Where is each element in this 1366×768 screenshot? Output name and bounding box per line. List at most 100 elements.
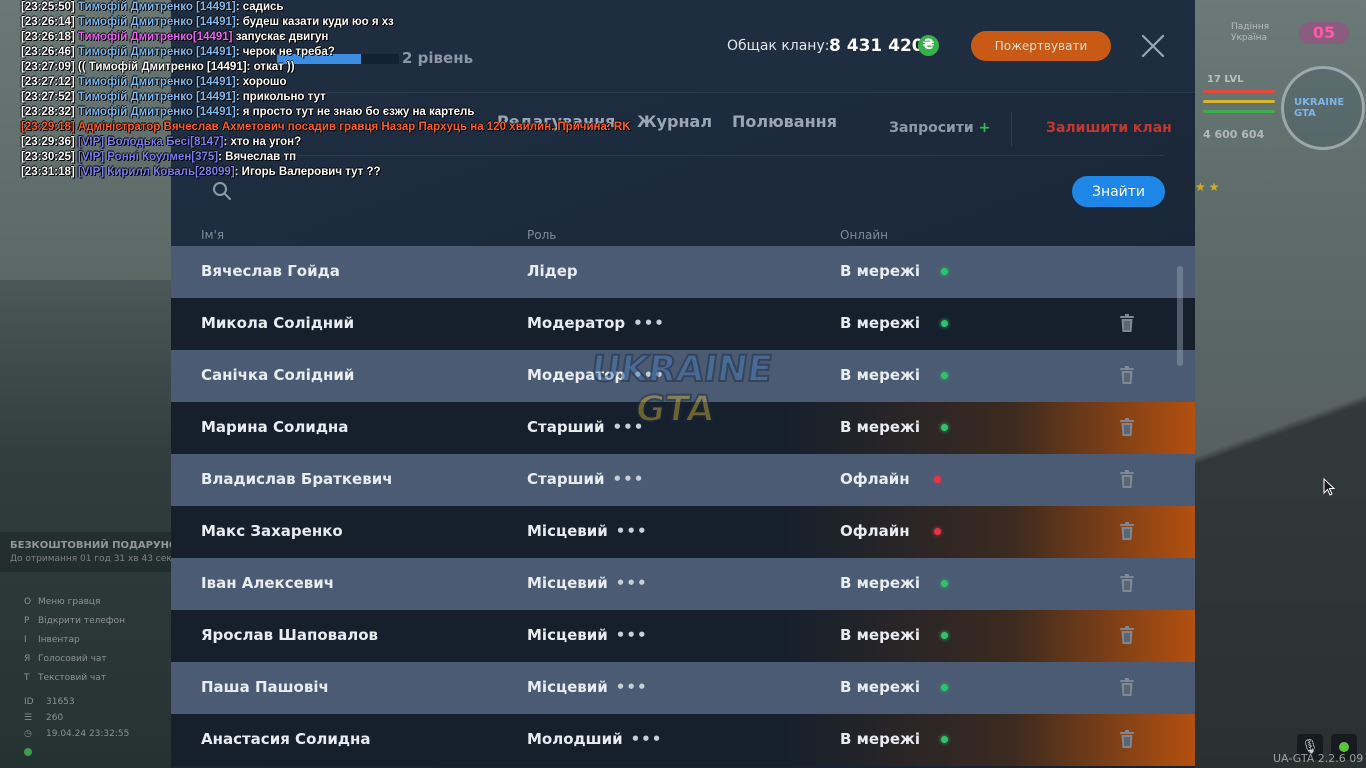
member-status: Офлайн bbox=[840, 470, 910, 488]
chat-message: [23:28:32] Тимофій Дмитренко [14491]: я … bbox=[21, 105, 631, 120]
member-name: Паша Пашовіч bbox=[201, 678, 329, 696]
hud-player-stats: ID 31653 ☰ 260 ◷ 19.04.24 23:32:55 bbox=[24, 694, 129, 742]
search-icon bbox=[211, 180, 233, 202]
member-role: Старший ••• bbox=[527, 470, 644, 488]
role-options-icon[interactable]: ••• bbox=[616, 522, 648, 540]
chat-text: : хорошо bbox=[235, 76, 287, 88]
hotkey-label: Голосовий чат bbox=[38, 653, 107, 664]
member-role-label: Молодший bbox=[527, 730, 623, 748]
stat-bars bbox=[1203, 90, 1278, 120]
server-logo: UKRAINE GTA bbox=[1281, 66, 1365, 150]
chat-message: [23:27:12] Тимофій Дмитренко [14491]: хо… bbox=[21, 75, 631, 90]
trash-icon[interactable] bbox=[1119, 418, 1135, 437]
trash-icon[interactable] bbox=[1119, 314, 1135, 333]
member-status: Офлайн bbox=[840, 522, 910, 540]
member-status: В мережі bbox=[840, 314, 921, 332]
column-header-name: Ім'я bbox=[201, 228, 225, 242]
chat-time: [23:26:18] bbox=[21, 31, 75, 43]
watermark-logo-icon: UKRAINE GTA bbox=[586, 336, 786, 436]
table-row[interactable]: Анастасия Солидна Молодший ••• В мережі bbox=[171, 714, 1195, 766]
chat-author: [VIP] Ронні Коулмен[375] bbox=[77, 151, 219, 163]
online-dot-icon bbox=[941, 580, 948, 587]
divider bbox=[1011, 112, 1012, 146]
hotkey-row: T Текстовий чат bbox=[24, 668, 125, 687]
trash-icon[interactable] bbox=[1119, 366, 1135, 385]
chat-message: [23:26:14] Тимофій Дмитренко [14491]: бу… bbox=[21, 15, 631, 30]
hryvnia-icon: ₴ bbox=[918, 35, 939, 56]
close-icon[interactable] bbox=[1139, 32, 1167, 60]
gift-title: БЕЗКОШТОВНИЙ ПОДАРУНОК bbox=[10, 540, 186, 551]
player-level: 17 LVL bbox=[1207, 74, 1244, 85]
table-row[interactable]: Паша Пашовіч Місцевий ••• В мережі bbox=[171, 662, 1195, 714]
trash-icon[interactable] bbox=[1119, 626, 1135, 645]
chat-text: : Вячеслав тп bbox=[218, 151, 297, 163]
member-status: В мережі bbox=[840, 366, 921, 384]
find-button[interactable]: Знайти bbox=[1072, 176, 1165, 207]
online-dot-icon bbox=[941, 320, 948, 327]
offline-dot-icon bbox=[934, 528, 941, 535]
thirst-bar bbox=[1203, 110, 1275, 113]
member-name: Іван Алексевич bbox=[201, 574, 335, 592]
hotkey-row: O Меню гравця bbox=[24, 592, 125, 611]
member-role: Місцевий ••• bbox=[527, 522, 648, 540]
trash-icon[interactable] bbox=[1119, 522, 1135, 541]
tab-journal[interactable]: Журнал bbox=[637, 112, 712, 131]
hotkey-row: P Відкрити телефон bbox=[24, 611, 125, 630]
table-row[interactable]: Іван Алексевич Місцевий ••• В мережі bbox=[171, 558, 1195, 610]
role-options-icon[interactable]: ••• bbox=[616, 678, 648, 696]
trash-icon[interactable] bbox=[1119, 730, 1135, 749]
member-role: Місцевий ••• bbox=[527, 626, 648, 644]
player-money: 4 600 604 bbox=[1203, 128, 1265, 141]
table-row[interactable]: Макс Захаренко Місцевий ••• Офлайн bbox=[171, 506, 1195, 558]
chat-time: [23:25:50] bbox=[21, 1, 75, 13]
chat-text: : хто на угон? bbox=[223, 136, 302, 148]
member-name: Макс Захаренко bbox=[201, 522, 343, 540]
trash-icon[interactable] bbox=[1119, 470, 1135, 489]
server-badge: 05 bbox=[1299, 22, 1349, 44]
member-role: Молодший ••• bbox=[527, 730, 662, 748]
chat-message: [23:26:46] Тимофій Дмитренко [14491]: че… bbox=[21, 45, 631, 60]
role-options-icon[interactable]: ••• bbox=[613, 470, 645, 488]
table-row[interactable]: Владислав Браткевич Старший ••• Офлайн bbox=[171, 454, 1195, 506]
invite-button[interactable]: Запросити + bbox=[889, 120, 990, 136]
chat-message: [23:25:50] Тимофій Дмитренко [14491]: са… bbox=[21, 0, 631, 15]
hotkey-key: Я bbox=[24, 653, 31, 664]
member-status: В мережі bbox=[840, 730, 921, 748]
role-options-icon[interactable]: ••• bbox=[616, 574, 648, 592]
member-role-label: Місцевий bbox=[527, 522, 608, 540]
chat-text: запускає двигун bbox=[232, 31, 329, 43]
chat-text: : садись bbox=[235, 1, 284, 13]
chat-time: [23:27:09] bbox=[21, 61, 75, 73]
tab-hunting[interactable]: Полювання bbox=[732, 112, 837, 131]
role-options-icon[interactable]: ••• bbox=[631, 730, 663, 748]
member-status: В мережі bbox=[840, 418, 921, 436]
trash-icon[interactable] bbox=[1119, 678, 1135, 697]
member-role-label: Місцевий bbox=[527, 678, 608, 696]
member-name: Анастасия Солидна bbox=[201, 730, 371, 748]
chat-author: Тимофій Дмитренко [14491] bbox=[77, 76, 236, 88]
chat-message: [23:27:52] Тимофій Дмитренко [14491]: пр… bbox=[21, 90, 631, 105]
table-row[interactable]: Ярослав Шаповалов Місцевий ••• В мережі bbox=[171, 610, 1195, 662]
trash-icon[interactable] bbox=[1119, 574, 1135, 593]
role-options-icon[interactable]: ••• bbox=[633, 314, 665, 332]
scrollbar[interactable] bbox=[1177, 266, 1183, 366]
donate-button[interactable]: Пожертвувати bbox=[971, 31, 1111, 61]
chat-time: [23:27:12] bbox=[21, 76, 75, 88]
role-options-icon[interactable]: ••• bbox=[616, 626, 648, 644]
table-row[interactable]: Вячеслав Гойда Лідер В мережі bbox=[171, 246, 1195, 298]
chat-time: [23:31:18] bbox=[21, 166, 75, 178]
chat-text: : будеш казати куди юо я хз bbox=[235, 16, 394, 28]
leave-clan-button[interactable]: Залишити клан bbox=[1046, 120, 1172, 136]
hotkey-key: P bbox=[24, 615, 30, 626]
hotkey-key: O bbox=[24, 596, 32, 607]
chat-message: [23:31:18] [VIP] Кирилл Коваль[28099]: И… bbox=[21, 165, 631, 180]
clan-bank-label: Общак клану: bbox=[727, 38, 830, 54]
member-status: В мережі bbox=[840, 574, 921, 592]
free-gift-banner[interactable]: БЕЗКОШТОВНИЙ ПОДАРУНОК До отримання 01 г… bbox=[0, 532, 186, 572]
member-search-input[interactable] bbox=[241, 176, 845, 208]
hotkey-label: Меню гравця bbox=[38, 596, 101, 607]
chat-message: [23:27:09] (( Тимофій Дмитренко [14491]:… bbox=[21, 60, 631, 75]
member-role-label: Модератор bbox=[527, 314, 626, 332]
online-count: 260 bbox=[46, 713, 64, 723]
invite-label: Запросити bbox=[889, 120, 974, 136]
